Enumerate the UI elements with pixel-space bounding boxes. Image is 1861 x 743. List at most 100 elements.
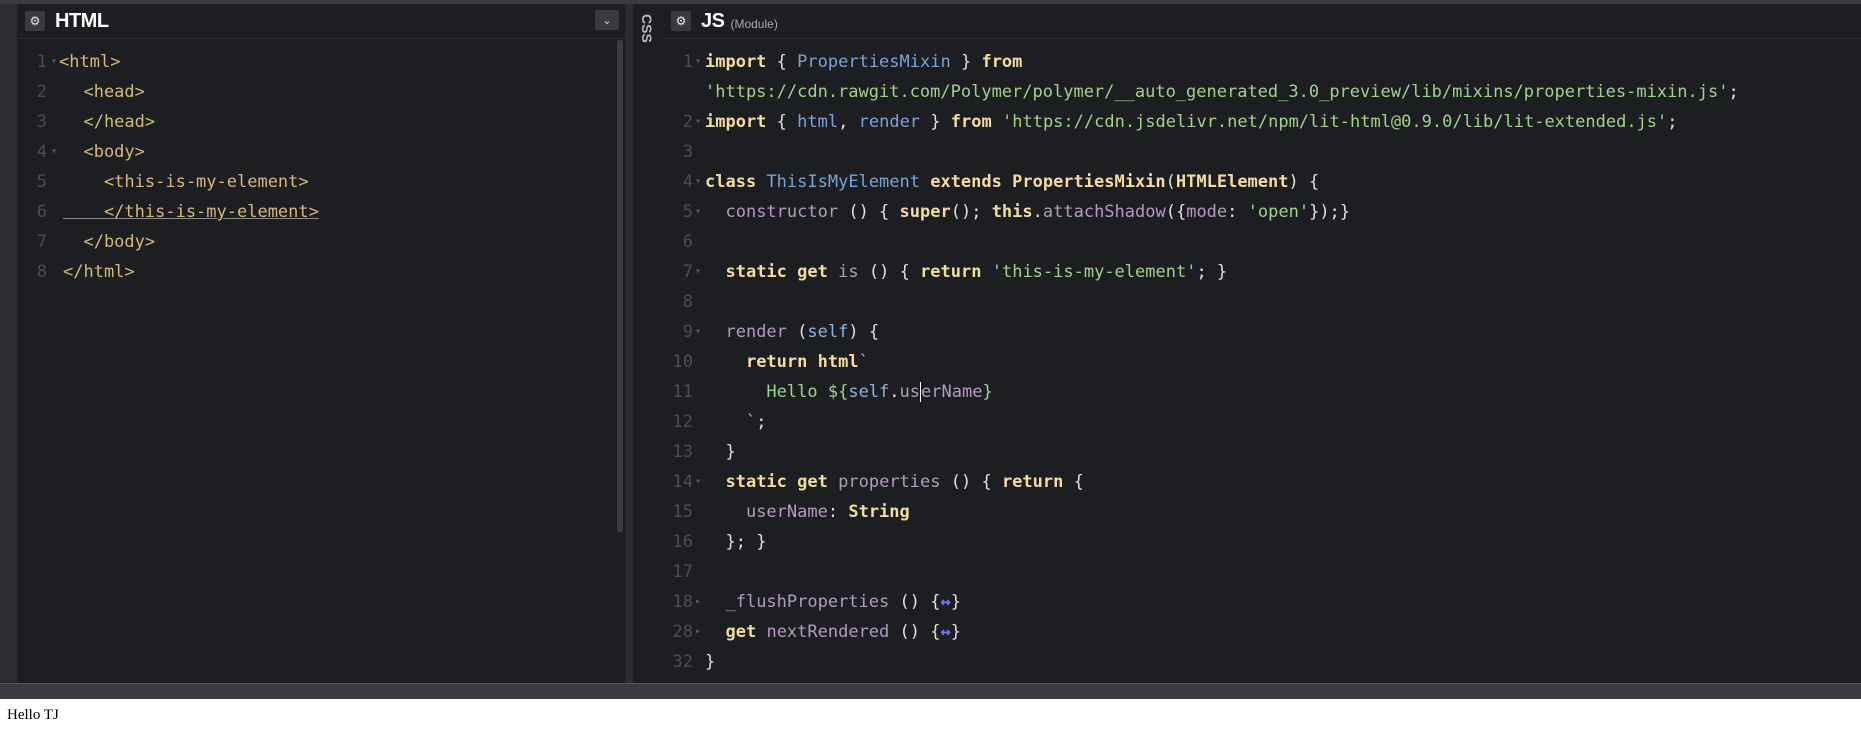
code-line: 7 ▾ static get is () { return 'this-is-my… — [663, 257, 1861, 287]
code-text: class ThisIsMyElement extends Properties… — [705, 172, 1320, 192]
code-line: 28 ▸ get nextRendered () {↔} — [663, 617, 1861, 647]
code-line: 16 }; } — [663, 527, 1861, 557]
code-text: } — [725, 442, 736, 462]
line-number: 9 — [682, 322, 693, 342]
code-line: 6 — [663, 227, 1861, 257]
pane-divider[interactable] — [625, 4, 632, 683]
output-resizer[interactable] — [0, 683, 1861, 700]
code-text: static get is () { return 'this-is-my-el… — [725, 262, 1228, 282]
code-line: 12 `; — [663, 407, 1861, 437]
chevron-down-icon[interactable]: ⌄ — [595, 10, 619, 30]
code-line: 7 </body> — [17, 227, 625, 257]
html-panel-title: HTML — [55, 9, 109, 32]
code-text: Hello ${self.userName} — [766, 382, 993, 402]
code-text: </head> — [63, 112, 156, 132]
fold-arrow-icon[interactable]: ▾ — [693, 167, 705, 197]
code-text: constructor () { super(); this.attachSha… — [725, 202, 1351, 222]
line-number: 12 — [672, 412, 693, 432]
line-number: 7 — [36, 232, 47, 252]
js-panel-header: ⚙ JS (Module) — [663, 4, 1861, 39]
code-text: userName: String — [745, 502, 910, 522]
editor-area: ⚙ HTML ⌄ 1 ▾ <html> 2 <head> 3 </head> 4 ▾… — [0, 0, 1861, 683]
code-text: import { PropertiesMixin } from 'https:/… — [705, 52, 1739, 102]
fold-arrow-icon[interactable]: ▾ — [693, 197, 705, 227]
html-panel: ⚙ HTML ⌄ 1 ▾ <html> 2 <head> 3 </head> 4 ▾… — [17, 4, 625, 683]
css-panel-collapsed[interactable]: CSS — [632, 4, 665, 683]
line-number: 15 — [672, 502, 693, 522]
code-text: get nextRendered () {↔} — [725, 622, 961, 642]
code-line: 13 } — [663, 437, 1861, 467]
line-number: 8 — [682, 292, 693, 312]
code-line: 3 </head> — [17, 107, 625, 137]
html-code-editor[interactable]: 1 ▾ <html> 2 <head> 3 </head> 4 ▾ <body> 5… — [17, 39, 625, 287]
fold-arrow-icon[interactable]: ▾ — [693, 257, 705, 287]
code-text: <this-is-my-element> — [63, 172, 309, 192]
collapsed-code-marker[interactable]: ↔ — [940, 622, 950, 642]
code-text: import { html, render } from 'https://cd… — [705, 112, 1678, 132]
line-number: 3 — [36, 112, 47, 132]
code-line: 5 ▾ constructor () { super(); this.attach… — [663, 197, 1861, 227]
js-panel-subtitle: (Module) — [730, 17, 778, 31]
code-text: <body> — [63, 142, 145, 162]
code-text: </body> — [63, 232, 156, 252]
code-line: 1 ▾ <html> — [17, 47, 625, 77]
code-line: 11 Hello ${self.userName} — [663, 377, 1861, 407]
line-number: 14 — [672, 472, 693, 492]
fold-arrow-icon[interactable]: ▸ — [693, 617, 705, 647]
line-number: 16 — [672, 532, 693, 552]
code-line: 2 <head> — [17, 77, 625, 107]
html-panel-header: ⚙ HTML ⌄ — [17, 4, 625, 39]
fold-arrow-icon[interactable]: ▸ — [693, 587, 705, 617]
code-text: render (self) { — [725, 322, 880, 342]
line-number: 1 — [682, 52, 693, 72]
gear-icon[interactable]: ⚙ — [671, 11, 691, 31]
code-line: 14 ▾ static get properties () { return { — [663, 467, 1861, 497]
line-number: 17 — [672, 562, 693, 582]
line-number: 4 — [682, 172, 693, 192]
code-line: 1 ▾ import { PropertiesMixin } from 'http… — [663, 47, 1861, 107]
line-number: 32 — [672, 652, 693, 672]
code-line: 5 <this-is-my-element> — [17, 167, 625, 197]
code-line: 10 return html` — [663, 347, 1861, 377]
code-line: 15 userName: String — [663, 497, 1861, 527]
fold-arrow-icon[interactable]: ▾ — [693, 467, 705, 497]
code-line: 18 ▸ _flushProperties () {↔} — [663, 587, 1861, 617]
gear-icon[interactable]: ⚙ — [25, 11, 45, 31]
collapsed-code-marker[interactable]: ↔ — [940, 592, 950, 612]
code-text: return html` — [745, 352, 869, 372]
code-text: } — [705, 652, 716, 672]
fold-arrow-icon[interactable]: ▾ — [693, 47, 705, 107]
line-number: 7 — [682, 262, 693, 282]
css-panel-title: CSS — [639, 14, 655, 43]
fold-arrow-icon[interactable]: ▾ — [51, 47, 57, 77]
line-number: 1 — [36, 52, 47, 72]
code-text: static get properties () { return { — [725, 472, 1084, 492]
html-scrollbar[interactable] — [617, 40, 623, 532]
code-line: 2 ▾ import { html, render } from 'https:/… — [663, 107, 1861, 137]
line-number: 5 — [682, 202, 693, 222]
code-line: 3 — [663, 137, 1861, 167]
line-number: 4 — [36, 142, 47, 162]
code-text: <head> — [63, 82, 145, 102]
line-number: 28 — [672, 622, 693, 642]
result-text: Hello TJ — [7, 707, 59, 723]
line-number: 6 — [682, 232, 693, 252]
code-line: 4 ▾ <body> — [17, 137, 625, 167]
fold-arrow-icon[interactable]: ▾ — [51, 137, 61, 167]
code-text: }; } — [725, 532, 767, 552]
code-line: 6 </this-is-my-element> — [17, 197, 625, 227]
code-text: <html> — [59, 52, 121, 72]
js-panel: ⚙ JS (Module) 1 ▾ import { PropertiesMixi… — [663, 4, 1861, 683]
fold-arrow-icon[interactable]: ▾ — [693, 317, 705, 347]
line-number: 2 — [36, 82, 47, 102]
fold-arrow-icon[interactable]: ▾ — [693, 107, 705, 137]
code-line: 8 </html> — [17, 257, 625, 287]
line-number: 10 — [672, 352, 693, 372]
line-number: 8 — [36, 262, 47, 282]
line-number: 18 — [672, 592, 693, 612]
code-line: 9 ▾ render (self) { — [663, 317, 1861, 347]
js-code-editor[interactable]: 1 ▾ import { PropertiesMixin } from 'http… — [663, 39, 1861, 677]
line-number: 6 — [36, 202, 47, 222]
code-text: `; — [745, 412, 767, 432]
code-line: 8 — [663, 287, 1861, 317]
